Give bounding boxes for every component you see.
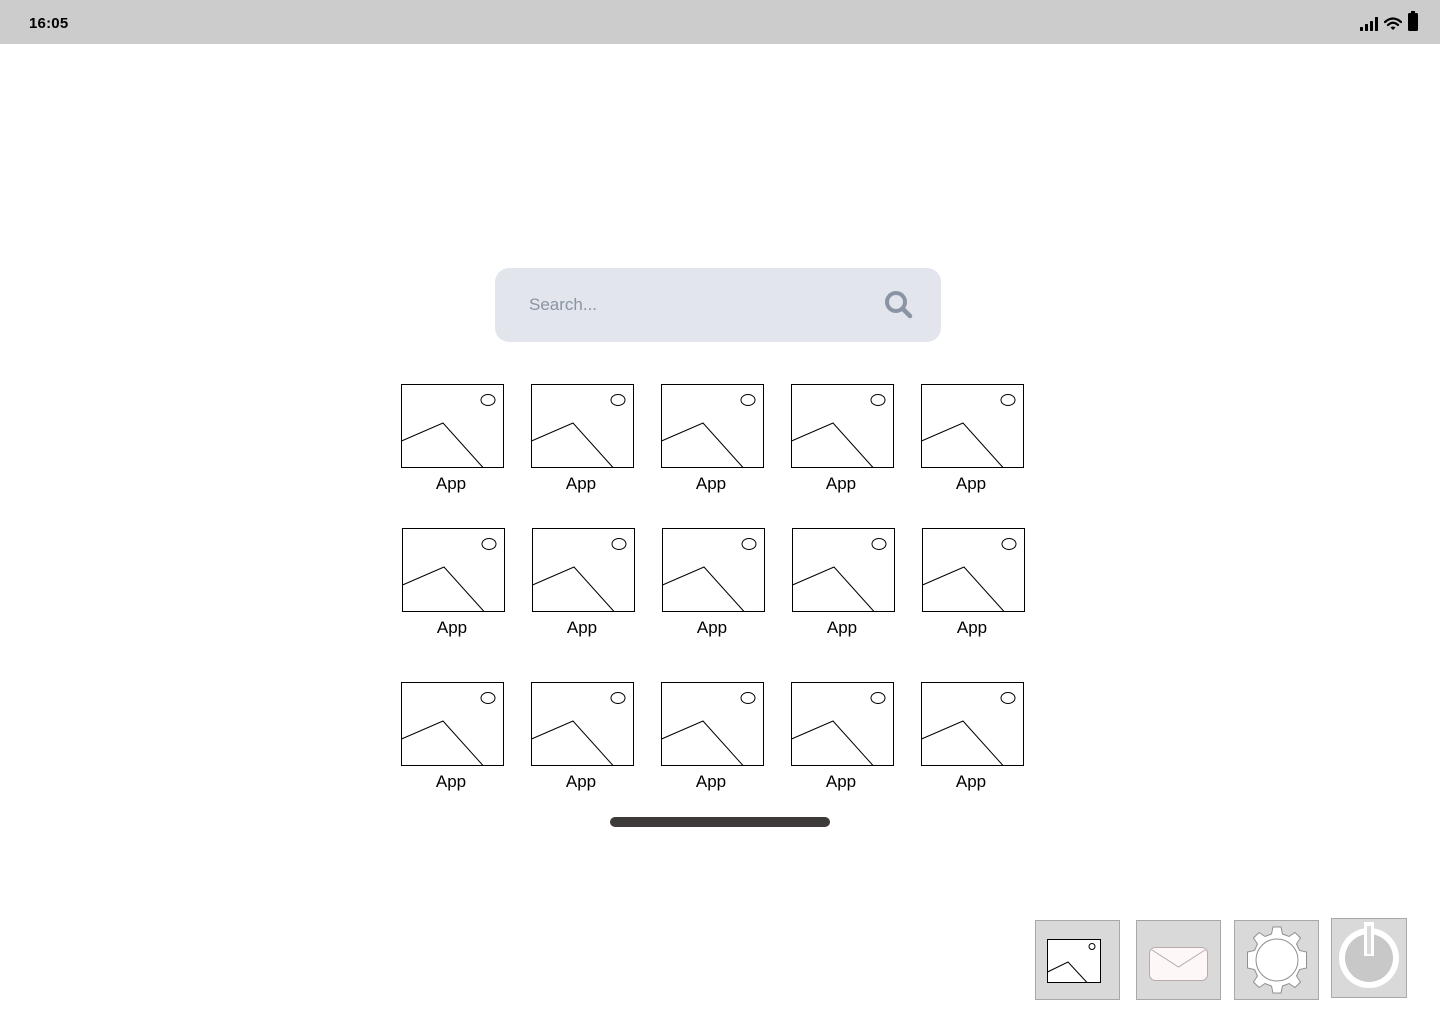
- app-label: App: [826, 618, 858, 637]
- status-time: 16:05: [29, 15, 69, 32]
- app-label: App: [695, 772, 727, 791]
- search-input[interactable]: [529, 292, 849, 318]
- image-icon: [1047, 939, 1101, 983]
- image-placeholder-icon: [921, 682, 1024, 766]
- app-label: App: [566, 618, 598, 637]
- image-placeholder-icon: [401, 682, 504, 766]
- image-placeholder-icon: [531, 682, 634, 766]
- app-tile[interactable]: App: [791, 384, 895, 496]
- image-placeholder-icon: [921, 384, 1024, 468]
- app-label: App: [435, 474, 467, 493]
- image-placeholder-icon: [662, 528, 765, 612]
- app-tile[interactable]: App: [921, 384, 1025, 496]
- app-tile[interactable]: App: [532, 528, 636, 640]
- app-tile[interactable]: App: [401, 384, 505, 496]
- app-label: App: [436, 618, 468, 637]
- image-placeholder-icon: [792, 528, 895, 612]
- image-placeholder-icon: [791, 682, 894, 766]
- search-icon[interactable]: [884, 290, 914, 320]
- app-tile[interactable]: App: [792, 528, 896, 640]
- app-label: App: [696, 618, 728, 637]
- app-label: App: [565, 772, 597, 791]
- app-tile[interactable]: App: [791, 682, 895, 794]
- app-label: App: [435, 772, 467, 791]
- app-label: App: [565, 474, 597, 493]
- app-tile[interactable]: App: [662, 528, 766, 640]
- power-button[interactable]: [1331, 918, 1407, 998]
- app-tile[interactable]: App: [401, 682, 505, 794]
- app-tile[interactable]: App: [661, 384, 765, 496]
- wifi-icon: [1384, 17, 1402, 30]
- image-placeholder-icon: [661, 384, 764, 468]
- image-placeholder-icon: [661, 682, 764, 766]
- gallery-button[interactable]: [1035, 920, 1120, 1000]
- app-tile[interactable]: App: [921, 682, 1025, 794]
- image-placeholder-icon: [922, 528, 1025, 612]
- app-tile[interactable]: App: [922, 528, 1026, 640]
- status-bar: 16:05: [0, 0, 1440, 44]
- image-placeholder-icon: [532, 528, 635, 612]
- cellular-signal-icon: [1360, 17, 1378, 31]
- mail-icon: [1149, 947, 1208, 981]
- mail-button[interactable]: [1136, 920, 1221, 1000]
- status-icons: [1360, 11, 1418, 31]
- search-bar[interactable]: [495, 268, 941, 342]
- app-tile[interactable]: App: [402, 528, 506, 640]
- image-placeholder-icon: [402, 528, 505, 612]
- app-tile[interactable]: App: [531, 384, 635, 496]
- app-label: App: [695, 474, 727, 493]
- app-tile[interactable]: App: [531, 682, 635, 794]
- app-label: App: [955, 772, 987, 791]
- gear-icon: [1247, 926, 1307, 994]
- image-placeholder-icon: [401, 384, 504, 468]
- app-label: App: [825, 772, 857, 791]
- app-label: App: [956, 618, 988, 637]
- page-indicator[interactable]: [610, 817, 830, 827]
- power-icon: [1339, 922, 1399, 988]
- image-placeholder-icon: [531, 384, 634, 468]
- battery-icon: [1408, 11, 1418, 31]
- image-placeholder-icon: [791, 384, 894, 468]
- app-tile[interactable]: App: [661, 682, 765, 794]
- app-label: App: [955, 474, 987, 493]
- settings-button[interactable]: [1234, 920, 1319, 1000]
- app-label: App: [825, 474, 857, 493]
